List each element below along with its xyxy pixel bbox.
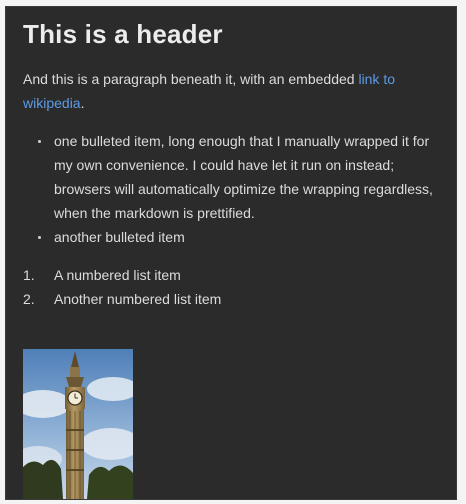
list-item: one bulleted item, long enough that I ma… xyxy=(38,129,451,225)
list-item-text: one bulleted item, long enough that I ma… xyxy=(54,133,433,221)
numbered-list: 1. A numbered list item 2. Another numbe… xyxy=(23,263,451,311)
bullet-icon xyxy=(38,140,41,143)
list-number: 2. xyxy=(23,291,35,307)
list-item-text: Another numbered list item xyxy=(54,291,222,307)
page-header: This is a header xyxy=(23,19,223,49)
intro-paragraph: And this is a paragraph beneath it, with… xyxy=(23,67,451,115)
list-item-text: A numbered list item xyxy=(54,267,181,283)
markdown-preview: This is a header And this is a paragraph… xyxy=(5,6,457,500)
clock-tower-photo xyxy=(23,349,133,499)
list-number: 1. xyxy=(23,267,35,283)
list-item: 1. A numbered list item xyxy=(23,263,451,287)
bullet-icon xyxy=(38,236,41,239)
intro-text-after: . xyxy=(80,95,85,111)
list-item: 2. Another numbered list item xyxy=(23,287,451,311)
document-body: This is a header And this is a paragraph… xyxy=(23,17,451,499)
bulleted-list: one bulleted item, long enough that I ma… xyxy=(23,129,451,249)
list-item: another bulleted item xyxy=(38,225,451,249)
list-item-text: another bulleted item xyxy=(54,229,185,245)
intro-text-before: And this is a paragraph beneath it, with… xyxy=(23,71,359,87)
